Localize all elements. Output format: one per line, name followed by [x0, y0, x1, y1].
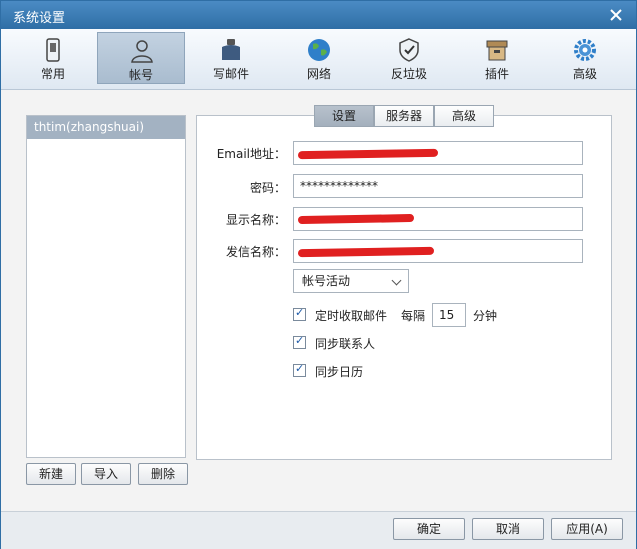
settings-window: 系统设置 常用 帐号 写邮件 网络 反垃圾 插件 高级 thtim(zhangs… — [0, 0, 637, 549]
gear-icon — [574, 39, 596, 61]
account-list[interactable]: thtim(zhangshuai) — [26, 115, 186, 458]
redaction-mark — [297, 246, 435, 258]
dialog-footer: 确定 取消 应用(A) — [1, 511, 636, 549]
toolbar-item-advanced[interactable]: 高级 — [541, 32, 629, 84]
cancel-button[interactable]: 取消 — [472, 518, 544, 540]
check-mail-checkbox[interactable] — [293, 306, 306, 321]
check-mail-label: 定时收取邮件 — [315, 309, 388, 323]
toolbar-item-network[interactable]: 网络 — [275, 32, 363, 84]
ok-button[interactable]: 确定 — [393, 518, 465, 540]
sync-contacts-label: 同步联系人 — [315, 337, 376, 351]
toolbar-label-advanced: 高级 — [572, 67, 597, 81]
toolbar-label-antispam: 反垃圾 — [390, 67, 427, 81]
box-icon — [486, 40, 508, 61]
password-label: 密码： — [249, 181, 286, 195]
display-name-label: 显示名称： — [225, 213, 286, 227]
window-title: 系统设置 — [13, 11, 66, 26]
tab-settings[interactable]: 设置 — [314, 105, 374, 127]
toolbar-item-compose[interactable]: 写邮件 — [187, 32, 275, 84]
category-toolbar: 常用 帐号 写邮件 网络 反垃圾 插件 高级 — [1, 29, 636, 90]
close-icon[interactable] — [606, 5, 626, 25]
email-label: Email地址： — [216, 147, 286, 161]
ink-bottle-icon — [222, 39, 240, 60]
minutes-label: 分钟 — [473, 309, 498, 323]
account-status-select[interactable]: 帐号活动 — [293, 269, 409, 293]
email-field[interactable] — [293, 141, 583, 165]
sender-name-field[interactable] — [293, 239, 583, 263]
toolbar-item-general[interactable]: 常用 — [9, 32, 97, 84]
every-label: 每隔 — [401, 309, 426, 323]
phone-icon — [46, 38, 60, 62]
account-settings-content: thtim(zhangshuai) 新建 导入 删除 设置 服务器 高级 Ema… — [11, 101, 626, 501]
delete-account-button[interactable]: 删除 — [138, 463, 188, 485]
sender-name-label: 发信名称： — [225, 245, 286, 259]
toolbar-label-plugins: 插件 — [484, 67, 509, 81]
shield-icon — [399, 38, 419, 62]
toolbar-label-network: 网络 — [306, 67, 331, 81]
sync-calendar-checkbox[interactable] — [293, 362, 306, 377]
toolbar-item-account[interactable]: 帐号 — [97, 32, 185, 84]
tab-server[interactable]: 服务器 — [374, 105, 434, 127]
chevron-down-icon — [391, 275, 402, 286]
check-interval-input[interactable]: 15 — [432, 303, 466, 327]
redaction-mark — [297, 213, 415, 225]
toolbar-label-account: 帐号 — [128, 68, 153, 82]
apply-button[interactable]: 应用(A) — [551, 518, 623, 540]
sync-contacts-checkbox[interactable] — [293, 334, 306, 349]
title-bar: 系统设置 — [1, 1, 636, 29]
account-list-item[interactable]: thtim(zhangshuai) — [27, 116, 185, 139]
display-name-field[interactable] — [293, 207, 583, 231]
toolbar-label-compose: 写邮件 — [212, 67, 249, 81]
tab-advanced[interactable]: 高级 — [434, 105, 494, 127]
password-field[interactable]: ************* — [293, 174, 583, 198]
redaction-mark — [297, 148, 439, 160]
toolbar-label-general: 常用 — [40, 67, 65, 81]
globe-icon — [308, 39, 330, 61]
new-account-button[interactable]: 新建 — [26, 463, 76, 485]
import-account-button[interactable]: 导入 — [81, 463, 131, 485]
toolbar-item-plugins[interactable]: 插件 — [453, 32, 541, 84]
user-icon — [131, 40, 153, 63]
sync-calendar-label: 同步日历 — [315, 365, 364, 379]
account-status-value: 帐号活动 — [302, 274, 351, 288]
toolbar-item-antispam[interactable]: 反垃圾 — [365, 32, 453, 84]
